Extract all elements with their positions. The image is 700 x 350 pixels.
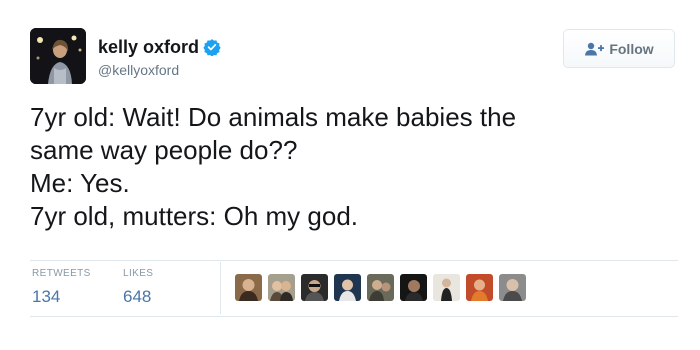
stats-divider-bottom (30, 316, 678, 317)
person-add-icon (584, 42, 605, 56)
liker-avatar[interactable] (301, 274, 328, 301)
user-name-text[interactable]: kelly oxford (98, 37, 199, 57)
user-display-name[interactable]: kelly oxford (98, 37, 221, 57)
retweets-count: 134 (32, 287, 61, 306)
tweet-line: same way people do?? (30, 135, 298, 165)
liker-avatar[interactable] (499, 274, 526, 301)
likes-label: LIKES (123, 268, 154, 279)
retweets-stat[interactable]: RETWEETS 134 (32, 268, 91, 308)
liker-avatar[interactable] (235, 274, 262, 301)
verified-badge-icon (203, 38, 221, 57)
liker-avatar[interactable] (433, 274, 460, 301)
user-handle[interactable]: @kellyoxford (98, 61, 179, 79)
tweet-card: kelly oxford @kellyoxford Follow 7yr old… (0, 0, 700, 350)
stats-divider-top (30, 260, 678, 261)
liker-avatar[interactable] (268, 274, 295, 301)
likers-avatars (235, 274, 532, 301)
liker-avatar[interactable] (367, 274, 394, 301)
liker-avatar[interactable] (400, 274, 427, 301)
likes-count: 648 (123, 287, 152, 306)
tweet-line: Me: Yes. (30, 168, 130, 198)
retweets-label: RETWEETS (32, 268, 91, 279)
follow-button-label: Follow (609, 40, 654, 57)
likes-stat[interactable]: LIKES 648 (123, 268, 153, 308)
liker-avatar[interactable] (334, 274, 361, 301)
liker-avatar[interactable] (466, 274, 493, 301)
profile-avatar[interactable] (30, 28, 86, 84)
tweet-text: 7yr old: Wait! Do animals make babies th… (30, 101, 680, 233)
stats-divider-vertical (220, 262, 221, 314)
follow-button[interactable]: Follow (563, 29, 675, 68)
tweet-line: 7yr old: Wait! Do animals make babies th… (30, 102, 517, 132)
tweet-line: 7yr old, mutters: Oh my god. (30, 201, 359, 231)
